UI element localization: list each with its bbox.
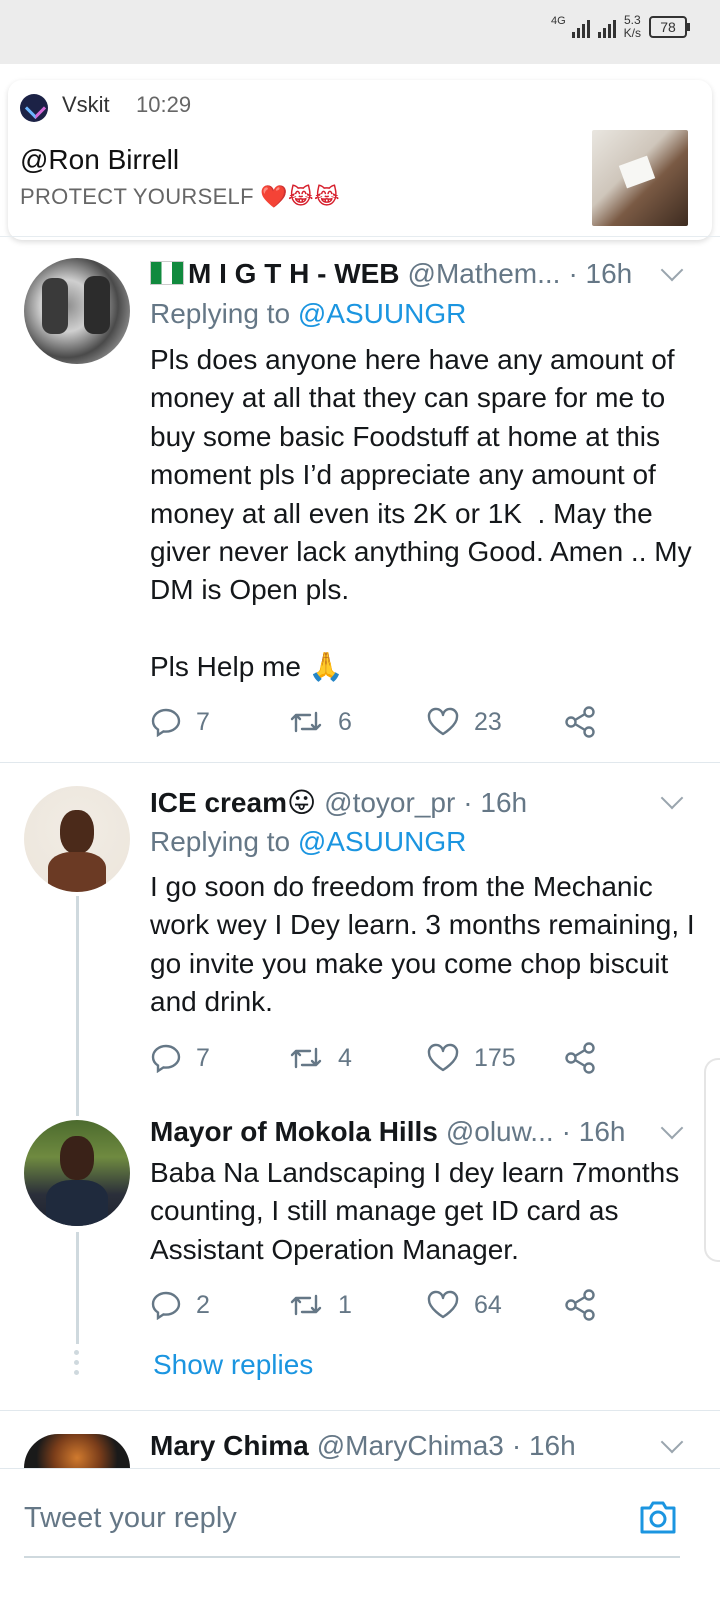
chevron-down-icon[interactable] xyxy=(660,1430,684,1454)
user-handle[interactable]: @oluw... xyxy=(446,1116,554,1148)
chevron-down-icon[interactable] xyxy=(660,258,684,282)
retweet-count: 1 xyxy=(338,1290,352,1319)
status-icons: 4G 5.3 K/s 78 xyxy=(551,14,690,40)
side-edge-handle[interactable] xyxy=(704,1058,720,1262)
like-count: 175 xyxy=(474,1043,516,1072)
tweet-time: · 16h xyxy=(511,1430,576,1461)
reply-button[interactable]: 2 xyxy=(150,1290,288,1320)
thread-line xyxy=(76,1232,79,1344)
like-button[interactable]: 175 xyxy=(426,1043,564,1073)
avatar[interactable] xyxy=(24,258,130,364)
notification-app-name: Vskit xyxy=(62,92,110,117)
display-name[interactable]: Mary Chima xyxy=(150,1430,309,1462)
speed-unit: K/s xyxy=(623,26,641,40)
top-divider xyxy=(0,236,720,237)
signal-icon xyxy=(571,16,590,38)
tweet-header: Mayor of Mokola Hills @oluw... · 16h xyxy=(150,1116,625,1148)
tweet-divider xyxy=(0,762,720,763)
battery-icon: 78 xyxy=(649,16,687,38)
share-icon xyxy=(565,1042,595,1074)
display-name[interactable]: M I G T H - WEB xyxy=(188,258,400,290)
tweet-header: ICE cream😛 @toyor_pr · 16h xyxy=(150,786,527,819)
retweet-icon xyxy=(290,711,322,733)
retweet-icon xyxy=(290,1294,322,1316)
notification-body: PROTECT YOURSELF ❤️😹😹 xyxy=(20,184,340,210)
tweet-divider xyxy=(0,1410,720,1411)
replying-to-link[interactable]: @ASUUNGR xyxy=(298,826,466,857)
notification-time: 10:29 xyxy=(136,92,192,117)
signal-icon-secondary xyxy=(597,16,616,38)
reply-count: 2 xyxy=(196,1290,210,1319)
camera-icon[interactable] xyxy=(636,1496,680,1540)
tweet-header: Mary Chima @MaryChima3 · 16h xyxy=(150,1430,576,1462)
reply-icon xyxy=(151,1291,181,1320)
replying-to-prefix: Replying to xyxy=(150,298,291,329)
reply-button[interactable]: 7 xyxy=(150,1043,288,1073)
chevron-down-icon[interactable] xyxy=(660,786,684,810)
notification-body-text: PROTECT YOURSELF xyxy=(20,184,254,209)
tweet-time: · 16h xyxy=(561,1116,626,1147)
tweet-header: M I G T H - WEB @Mathem... · 16h xyxy=(150,258,632,290)
like-button[interactable]: 23 xyxy=(426,707,564,737)
reply-count: 7 xyxy=(196,707,210,736)
display-name[interactable]: Mayor of Mokola Hills xyxy=(150,1116,438,1148)
like-count: 64 xyxy=(474,1290,502,1319)
tweet-time: · 16h xyxy=(463,787,528,818)
thread-dots xyxy=(74,1350,80,1380)
status-bar: 4G 5.3 K/s 78 xyxy=(0,0,720,64)
user-handle[interactable]: @Mathem... xyxy=(408,258,561,290)
tweet-text: Pls does anyone here have any amount of … xyxy=(150,344,692,683)
reply-icon xyxy=(151,708,181,737)
avatar[interactable] xyxy=(24,1120,130,1226)
display-name[interactable]: ICE cream😛 xyxy=(150,786,316,819)
avatar[interactable] xyxy=(24,1434,130,1468)
user-handle[interactable]: @MaryChima3 xyxy=(317,1430,504,1462)
replying-to: Replying to @ASUUNGR xyxy=(150,298,466,330)
retweet-button[interactable]: 1 xyxy=(288,1290,426,1320)
like-count: 23 xyxy=(474,707,502,736)
network-type: 4G xyxy=(550,15,566,27)
retweet-icon xyxy=(290,1047,322,1069)
notification-title: @Ron Birrell xyxy=(20,144,180,175)
replying-to-prefix: Replying to xyxy=(150,826,291,857)
reply-count: 7 xyxy=(196,1043,210,1072)
show-replies-link[interactable]: Show replies xyxy=(153,1349,313,1381)
heart-icon xyxy=(427,707,459,736)
tweet-time: · 16h xyxy=(568,258,633,289)
reply-icon xyxy=(151,1044,181,1073)
tweet-actions: 2 1 64 xyxy=(150,1285,610,1325)
tweet-text: Baba Na Landscaping I dey learn 7months … xyxy=(150,1157,688,1265)
share-icon xyxy=(565,1289,595,1321)
network-speed: 5.3 K/s xyxy=(624,14,641,40)
reply-input[interactable]: Tweet your reply xyxy=(24,1502,237,1535)
share-button[interactable] xyxy=(564,1289,598,1321)
retweet-button[interactable]: 4 xyxy=(288,1043,426,1073)
reply-input-underline xyxy=(24,1556,680,1558)
replying-to: Replying to @ASUUNGR xyxy=(150,826,466,858)
retweet-button[interactable]: 6 xyxy=(288,707,426,737)
tweet-text: I go soon do freedom from the Mechanic w… xyxy=(150,871,703,1018)
notification-thumbnail xyxy=(592,130,688,226)
heart-icon xyxy=(427,1043,459,1072)
share-button[interactable] xyxy=(564,706,598,738)
share-button[interactable] xyxy=(564,1042,598,1074)
battery-nub xyxy=(687,23,690,31)
replying-to-link[interactable]: @ASUUNGR xyxy=(298,298,466,329)
reply-button[interactable]: 7 xyxy=(150,707,288,737)
user-handle[interactable]: @toyor_pr xyxy=(324,787,455,819)
avatar[interactable] xyxy=(24,786,130,892)
retweet-count: 4 xyxy=(338,1043,352,1072)
share-icon xyxy=(565,706,595,738)
vskit-app-icon xyxy=(20,94,48,122)
tweet-actions: 7 4 175 xyxy=(150,1038,610,1078)
chevron-down-icon[interactable] xyxy=(660,1116,684,1140)
retweet-count: 6 xyxy=(338,707,352,736)
thread-line xyxy=(76,896,79,1116)
heart-icon xyxy=(427,1290,459,1319)
like-button[interactable]: 64 xyxy=(426,1290,564,1320)
notification-emoji: ❤️😹😹 xyxy=(260,184,340,209)
tweet-actions: 7 6 23 xyxy=(150,702,610,742)
nigeria-flag-icon xyxy=(150,261,184,285)
